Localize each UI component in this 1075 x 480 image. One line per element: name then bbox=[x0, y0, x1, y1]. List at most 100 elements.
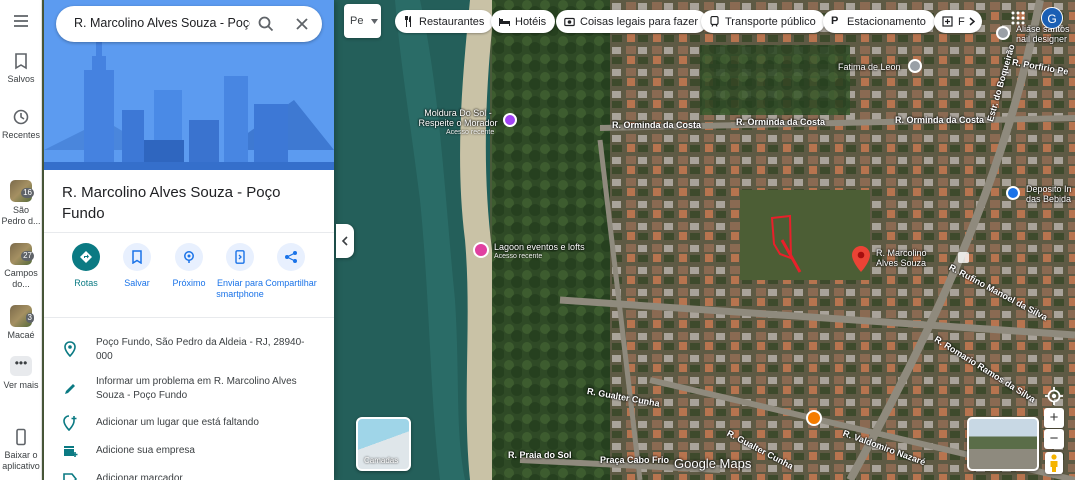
recent-thumbnail: 3 bbox=[10, 305, 34, 327]
fork-knife-icon bbox=[405, 16, 411, 27]
zoom-in-button[interactable]: + bbox=[1044, 408, 1064, 428]
chevron-right-icon bbox=[969, 17, 975, 26]
poi-deposito[interactable]: Deposito In das Bebida bbox=[1006, 184, 1075, 208]
add-place-row[interactable]: Adicionar um lugar que está faltando bbox=[44, 415, 334, 432]
send-to-phone-button[interactable]: Enviar para smartphone bbox=[212, 243, 268, 300]
place-type-select[interactable]: Pe bbox=[344, 4, 381, 38]
recent-thumbnail: 16 bbox=[10, 180, 34, 202]
poi-marker-icon bbox=[908, 59, 922, 73]
food-marker-icon[interactable] bbox=[806, 410, 822, 426]
place-title: R. Marcolino Alves Souza - Poço Fundo bbox=[62, 184, 281, 222]
add-label-row[interactable]: Adicionar marcador bbox=[44, 472, 334, 480]
google-maps-logo: Google Maps bbox=[674, 456, 752, 471]
location-pin-icon bbox=[64, 341, 76, 357]
bookmark-icon bbox=[15, 53, 27, 70]
label-icon bbox=[63, 473, 78, 480]
more-label: Ver mais bbox=[3, 380, 39, 390]
parking-icon: P bbox=[831, 15, 839, 27]
poi-lagoon[interactable]: Lagoon eventos e lofts Acesso recente bbox=[473, 240, 603, 264]
collapse-panel-button[interactable] bbox=[336, 224, 354, 258]
search-box[interactable] bbox=[56, 6, 322, 42]
report-problem-text: Informar um problema em R. Marcolino Alv… bbox=[96, 376, 297, 401]
more-button[interactable]: ••• Ver mais bbox=[0, 356, 42, 391]
poi-marker-icon bbox=[503, 113, 517, 127]
chip-hotels[interactable]: Hotéis bbox=[491, 10, 556, 33]
poi-aliase[interactable]: Aliase santos nail designer bbox=[996, 24, 1075, 48]
chip-label: Estacionamento bbox=[847, 15, 926, 28]
apps-grid-icon[interactable] bbox=[1011, 11, 1025, 25]
history-icon bbox=[13, 109, 29, 125]
plus-icon: + bbox=[1049, 409, 1059, 426]
poi-name: Deposito In das Bebida bbox=[1026, 184, 1072, 204]
left-rail: Salvos Recentes 16 São Pedro d... 27 Cam… bbox=[0, 0, 42, 480]
chip-restaurants[interactable]: Restaurantes bbox=[395, 10, 494, 33]
edit-pencil-icon bbox=[65, 384, 75, 394]
layers-label: Camadas bbox=[364, 456, 399, 465]
poi-marker-icon bbox=[996, 26, 1010, 40]
download-app-button[interactable]: Baixar o aplicativo bbox=[0, 428, 42, 472]
chip-label: Coisas legais para fazer bbox=[580, 15, 699, 28]
recent-item[interactable]: 3 Macaé bbox=[0, 305, 42, 341]
chip-label: F bbox=[958, 15, 965, 28]
add-business-text: Adicione sua empresa bbox=[96, 445, 195, 456]
chip-transit[interactable]: Transporte público bbox=[701, 10, 825, 33]
directions-button[interactable]: Rotas bbox=[58, 243, 114, 289]
send-to-phone-label: Enviar para smartphone bbox=[216, 278, 264, 299]
my-location-button[interactable] bbox=[1044, 386, 1064, 406]
avatar[interactable]: G bbox=[1041, 7, 1063, 29]
chevron-left-icon bbox=[341, 236, 348, 246]
recent-item-label: Macaé bbox=[7, 330, 35, 340]
selected-location-pin[interactable]: R. Marcolino Alves Souza bbox=[852, 246, 942, 272]
poi-name: Moldura Do Sol - Respeite o Morador bbox=[418, 108, 498, 128]
poi-fatima[interactable]: Fatima de Leon bbox=[838, 58, 928, 76]
add-label-text: Adicionar marcador bbox=[96, 473, 183, 480]
nearby-button[interactable]: Próximo bbox=[161, 243, 217, 289]
chip-label: Restaurantes bbox=[419, 15, 485, 28]
search-icon[interactable] bbox=[258, 16, 274, 32]
menu-button[interactable] bbox=[0, 12, 42, 34]
recent-item[interactable]: 27 Campos do... bbox=[0, 243, 42, 290]
place-hero-image bbox=[44, 0, 334, 170]
poi-marker-icon bbox=[473, 242, 489, 258]
saved-button[interactable]: Salvos bbox=[0, 52, 42, 85]
place-type-label: Pe bbox=[350, 15, 364, 27]
train-icon bbox=[710, 16, 719, 27]
recent-label: Recentes bbox=[1, 130, 41, 140]
add-business-row[interactable]: Adicione sua empresa bbox=[44, 444, 334, 460]
chip-label: Transporte público bbox=[725, 15, 816, 28]
pegman-button[interactable] bbox=[1045, 452, 1063, 474]
chip-things-to-do[interactable]: Coisas legais para fazer bbox=[556, 10, 708, 33]
camera-icon bbox=[564, 17, 575, 27]
place-panel: R. Marcolino Alves Souza - Poço Fundo Ro… bbox=[44, 0, 334, 480]
close-icon[interactable] bbox=[295, 17, 309, 31]
recent-count-badge: 16 bbox=[21, 188, 34, 198]
poi-moldura-do-sol[interactable]: Moldura Do Sol - Respeite o Morador Aces… bbox=[412, 108, 522, 138]
poi-marker-icon bbox=[1006, 186, 1020, 200]
address-row[interactable]: Poço Fundo, São Pedro da Aldeia - RJ, 28… bbox=[44, 336, 334, 366]
bus-stop-icon[interactable] bbox=[958, 252, 969, 263]
report-problem-row[interactable]: Informar um problema em R. Marcolino Alv… bbox=[44, 375, 334, 405]
share-button[interactable]: Compartilhar bbox=[264, 243, 318, 289]
map-pin-icon bbox=[852, 246, 870, 272]
crosshair-icon bbox=[1045, 387, 1063, 405]
recent-button[interactable]: Recentes bbox=[0, 108, 42, 141]
street-view-preview[interactable] bbox=[967, 417, 1039, 471]
save-button[interactable]: Salvar bbox=[109, 243, 165, 289]
download-label: Baixar o aplicativo bbox=[2, 450, 40, 471]
recent-item[interactable]: 16 São Pedro d... bbox=[0, 180, 42, 227]
bed-icon bbox=[499, 18, 510, 26]
pin-label: R. Marcolino Alves Souza bbox=[876, 248, 927, 268]
zoom-out-button[interactable]: − bbox=[1044, 429, 1064, 449]
add-place-text: Adicionar um lugar que está faltando bbox=[96, 417, 259, 428]
chip-parking[interactable]: P Estacionamento bbox=[823, 10, 935, 33]
poi-name: Lagoon eventos e lofts bbox=[494, 242, 585, 252]
share-label: Compartilhar bbox=[265, 278, 317, 288]
layers-button[interactable]: Camadas bbox=[356, 417, 411, 471]
phone-icon bbox=[235, 250, 245, 264]
search-input[interactable] bbox=[72, 15, 252, 31]
street-label: Praça Cabo Frio bbox=[600, 455, 670, 465]
chip-pharmacy[interactable]: F bbox=[934, 10, 982, 33]
poi-subtitle: Acesso recente bbox=[446, 129, 495, 136]
more-dots-icon: ••• bbox=[10, 356, 32, 376]
street-label: R. Orminda da Costa bbox=[736, 117, 826, 127]
